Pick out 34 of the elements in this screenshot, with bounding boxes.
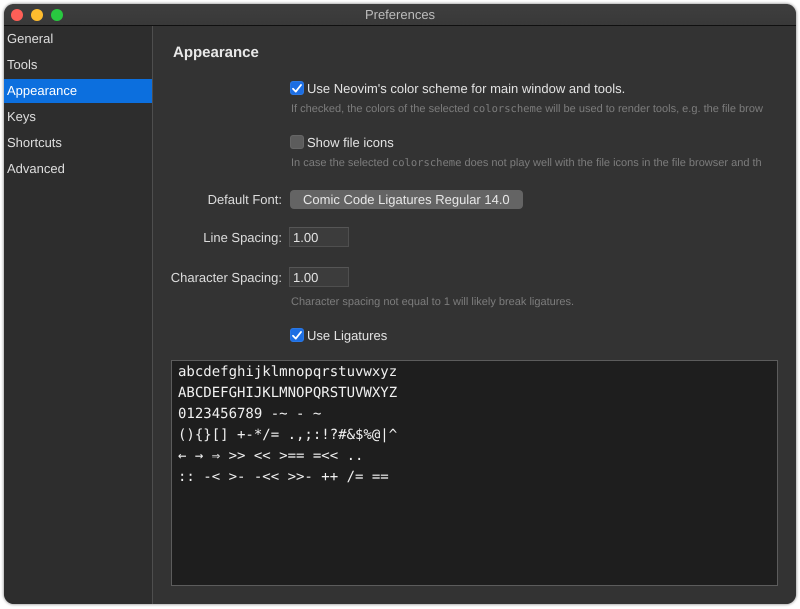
sidebar-item[interactable]: Advanced (4, 157, 152, 181)
sidebar-item[interactable]: Appearance (4, 79, 152, 103)
preview-text: ABCDEFGHIJKLMNOPQRSTUVWXYZ (178, 384, 398, 403)
preview-text: abcdefghijklmnopqrstuvwxyz (178, 363, 398, 382)
preview-text: (){}[] +-*/= .,;:!?#&$%@|^ (178, 426, 398, 445)
hint-text: If checked, the colors of the selected colorscheme will be used to render tools, e.g. the file brow (290, 102, 764, 117)
number-field[interactable]: 1.00 (289, 267, 349, 287)
font-button[interactable]: Comic Code Ligatures Regular 14.0 (290, 190, 523, 209)
hint-text: Character spacing not equal to 1 will likely break ligatures. (290, 295, 576, 310)
checkbox[interactable] (290, 328, 304, 342)
sidebar-item[interactable]: Tools (4, 53, 152, 77)
check-icon (292, 84, 302, 92)
zoom-button[interactable] (51, 8, 63, 20)
checkbox[interactable] (290, 81, 304, 95)
field-label: Line Spacing: (203, 230, 282, 244)
window-title: Preferences (364, 7, 436, 22)
number-field[interactable]: 1.00 (289, 227, 349, 247)
minimize-button[interactable] (31, 8, 43, 20)
checkbox-label[interactable]: Use Neovim's color scheme for main window and tools. (307, 80, 626, 96)
checkbox[interactable] (290, 135, 304, 149)
sidebar-item[interactable]: General (4, 27, 152, 51)
preview-text: 0123456789 -~ - ~ (178, 405, 322, 424)
preview-text: :: -< >- -<< >>- ++ /= == (178, 468, 390, 487)
close-button[interactable] (11, 8, 23, 20)
sidebar-item[interactable]: Keys (4, 105, 152, 129)
hint-text: In case the selected colorscheme does not play well with the file icons in the file browser and th (290, 156, 763, 171)
section-heading: Appearance (173, 43, 260, 63)
field-label: Character Spacing: (170, 270, 282, 284)
checkbox-label[interactable]: Show file icons (307, 134, 394, 150)
field-label: Default Font: (208, 192, 282, 207)
checkbox-label[interactable]: Use Ligatures (307, 328, 388, 342)
sidebar-item[interactable]: Shortcuts (4, 131, 152, 155)
check-icon (292, 330, 302, 340)
preview-text: ← → ⇒ >> << >== =<< .. (178, 447, 364, 466)
